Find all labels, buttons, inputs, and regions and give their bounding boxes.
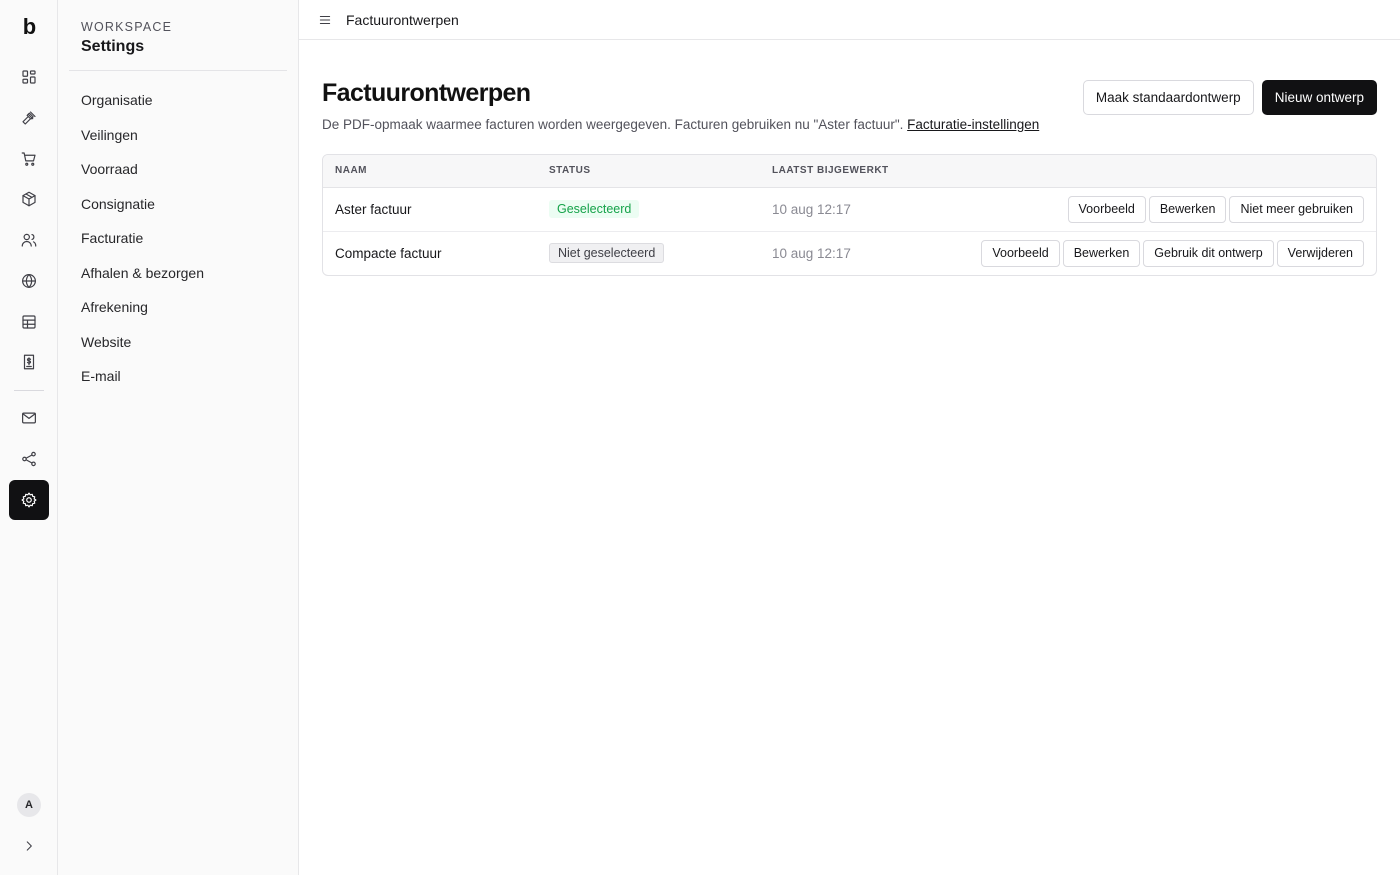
chevron-right-icon[interactable] bbox=[19, 837, 39, 855]
page-title: Factuurontwerpen bbox=[322, 79, 531, 107]
page-subtitle: De PDF-opmaak waarmee facturen worden we… bbox=[322, 117, 1039, 132]
cart-icon[interactable] bbox=[9, 139, 49, 179]
make-default-design-button[interactable]: Maak standaardontwerp bbox=[1082, 80, 1254, 115]
row-actions: Voorbeeld Bewerken Niet meer gebruiken bbox=[960, 187, 1376, 232]
package-icon[interactable] bbox=[9, 179, 49, 219]
use-design-button[interactable]: Gebruik dit ontwerp bbox=[1143, 239, 1274, 267]
app-logo[interactable]: b bbox=[0, 14, 58, 40]
settings-nav: Organisatie Veilingen Voorraad Consignat… bbox=[58, 71, 298, 394]
sidebar-item-facturatie[interactable]: Facturatie bbox=[58, 221, 298, 256]
column-header-actions bbox=[960, 155, 1376, 188]
table-row: Aster factuur Geselecteerd 10 aug 12:17 … bbox=[323, 187, 1376, 232]
table-icon[interactable] bbox=[9, 302, 49, 342]
column-header-name: NAAM bbox=[323, 155, 537, 188]
sidebar-item-voorraad[interactable]: Voorraad bbox=[58, 152, 298, 187]
edit-button[interactable]: Bewerken bbox=[1148, 195, 1227, 223]
design-name: Compacte factuur bbox=[335, 245, 442, 261]
stop-using-button[interactable]: Niet meer gebruiken bbox=[1229, 195, 1364, 223]
new-design-button[interactable]: Nieuw ontwerp bbox=[1261, 80, 1377, 115]
dashboard-icon[interactable] bbox=[9, 57, 49, 97]
sidebar-item-consignatie[interactable]: Consignatie bbox=[58, 187, 298, 222]
sidebar-item-email[interactable]: E-mail bbox=[58, 359, 298, 394]
page-heading: Factuurontwerpen De PDF-opmaak waarmee f… bbox=[322, 78, 1039, 132]
billing-settings-link[interactable]: Facturatie-instellingen bbox=[907, 117, 1039, 132]
rail-divider bbox=[14, 390, 44, 391]
delete-button[interactable]: Verwijderen bbox=[1276, 239, 1364, 267]
page-actions: Maak standaardontwerp Nieuw ontwerp bbox=[1082, 78, 1377, 115]
status-badge: Geselecteerd bbox=[549, 200, 640, 218]
preview-button[interactable]: Voorbeeld bbox=[981, 239, 1060, 267]
icon-rail: b A bbox=[0, 0, 58, 875]
sidebar-item-veilingen[interactable]: Veilingen bbox=[58, 118, 298, 153]
settings-icon[interactable] bbox=[9, 480, 49, 520]
main-content: Factuurontwerpen Factuurontwerpen De PDF… bbox=[299, 0, 1400, 875]
page-header: Factuurontwerpen De PDF-opmaak waarmee f… bbox=[322, 78, 1377, 132]
sidebar-kicker: WORKSPACE bbox=[81, 20, 173, 34]
status-cell: Niet geselecteerd bbox=[537, 231, 760, 275]
table-row: Compacte factuur Niet geselecteerd 10 au… bbox=[323, 231, 1376, 275]
table-header-row: NAAM STATUS LAATST BIJGEWERKT bbox=[323, 155, 1376, 188]
mail-icon[interactable] bbox=[9, 398, 49, 438]
design-name: Aster factuur bbox=[323, 187, 537, 232]
sidebar-item-afrekening[interactable]: Afrekening bbox=[58, 290, 298, 325]
page-body: Factuurontwerpen De PDF-opmaak waarmee f… bbox=[299, 40, 1400, 276]
invoice-icon[interactable] bbox=[9, 342, 49, 382]
sidebar-title: Settings bbox=[81, 38, 145, 55]
row-actions: Voorbeeld Bewerken Gebruik dit ontwerp V… bbox=[960, 231, 1376, 275]
updated-at: 10 aug 12:17 bbox=[772, 245, 851, 261]
globe-icon[interactable] bbox=[9, 261, 49, 301]
subtitle-text: De PDF-opmaak waarmee facturen worden we… bbox=[322, 117, 904, 132]
column-header-updated: LAATST BIJGEWERKT bbox=[760, 155, 960, 188]
breadcrumb: Factuurontwerpen bbox=[346, 11, 459, 28]
avatar[interactable]: A bbox=[17, 793, 41, 817]
topbar: Factuurontwerpen bbox=[299, 0, 1400, 40]
updated-at: 10 aug 12:17 bbox=[760, 187, 960, 232]
designs-table: NAAM STATUS LAATST BIJGEWERKT Aster fact… bbox=[322, 154, 1377, 276]
status-badge: Niet geselecteerd bbox=[549, 243, 665, 264]
settings-sidebar: WORKSPACE Settings Organisatie Veilingen… bbox=[58, 0, 299, 875]
column-header-status: STATUS bbox=[537, 155, 760, 188]
edit-button[interactable]: Bewerken bbox=[1062, 239, 1141, 267]
share-icon[interactable] bbox=[9, 439, 49, 479]
preview-button[interactable]: Voorbeeld bbox=[1067, 195, 1146, 223]
sidebar-item-organisatie[interactable]: Organisatie bbox=[58, 83, 298, 118]
sidebar-header: WORKSPACE Settings bbox=[69, 0, 287, 71]
gavel-icon[interactable] bbox=[9, 98, 49, 138]
sidebar-item-website[interactable]: Website bbox=[58, 325, 298, 360]
menu-icon[interactable] bbox=[317, 12, 333, 28]
sidebar-item-afhalen-bezorgen[interactable]: Afhalen & bezorgen bbox=[58, 256, 298, 291]
users-icon[interactable] bbox=[9, 220, 49, 260]
status-cell: Geselecteerd bbox=[537, 187, 760, 232]
